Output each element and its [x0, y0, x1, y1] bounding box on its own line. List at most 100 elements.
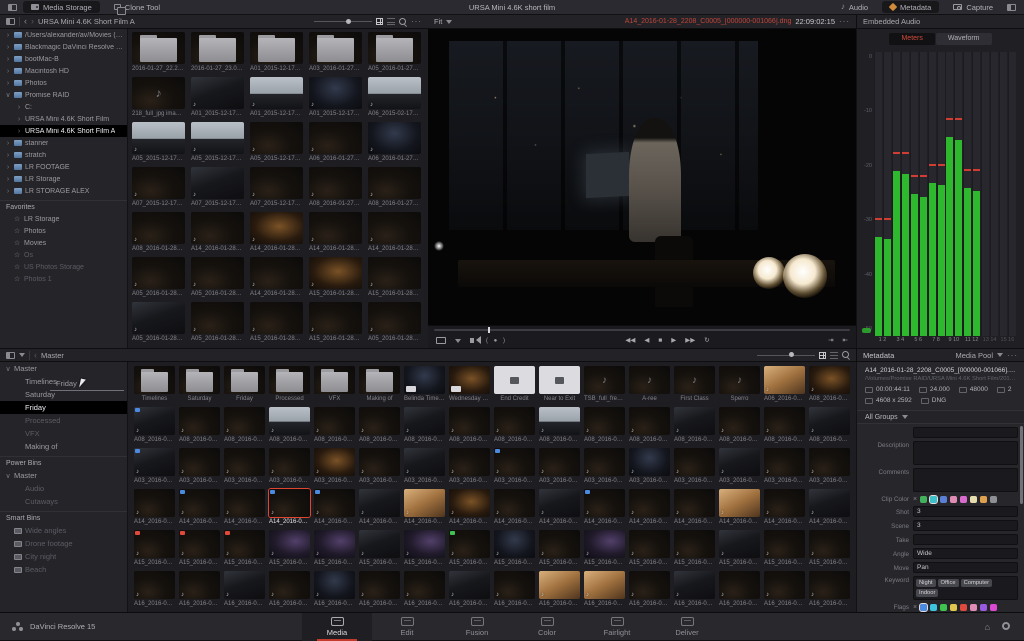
pool-thumb[interactable]: ♪ A15_2016-01-28... [312, 528, 357, 569]
pool-thumb[interactable]: ♪ A15_2016-01-28... [627, 528, 672, 569]
pool-thumb[interactable]: ♪ A03_2016-01-28... [807, 446, 852, 487]
pool-thumb[interactable]: ♪ A16_2016-01-28... [672, 569, 717, 610]
power-bin-item[interactable]: Audio [0, 482, 127, 495]
drive-item[interactable]: › LR STORAGE ALEX [0, 185, 127, 197]
pool-thumb[interactable]: ♪ A03_2016-01-28... [402, 446, 447, 487]
pool-thumb[interactable]: ♪ A03_2016-01-28... [672, 446, 717, 487]
keyword-tags[interactable]: Night Office Computer Indoor [913, 576, 1018, 600]
smart-bin-item[interactable]: City night [0, 550, 127, 563]
pool-thumb[interactable]: ♪ A14_2016-01-28... [267, 487, 312, 528]
color-swatch[interactable] [950, 495, 958, 503]
pool-thumb[interactable]: ♪ Sperro [717, 364, 762, 405]
mark-in-icon[interactable]: ⇥ [828, 337, 833, 345]
pool-thumb[interactable]: ♪ A14_2016-01-28... [132, 487, 177, 528]
power-bin-item[interactable]: Cutaways [0, 495, 127, 508]
pool-thumb[interactable]: ♪ First Class [672, 364, 717, 405]
keyword-tag[interactable]: Office [937, 579, 959, 587]
media-thumb[interactable]: ♪ A05_2016-01-28_008... [188, 255, 247, 300]
metadata-scrollbar[interactable] [1020, 426, 1023, 504]
pool-thumb[interactable]: Making of [357, 364, 402, 405]
pool-thumb[interactable]: ♪ A15_2016-01-28... [222, 528, 267, 569]
pool-thumb[interactable]: Near to Exit [537, 364, 582, 405]
media-thumb[interactable]: ♪ A06_2015-02-17_185... [365, 75, 424, 120]
metadata-groups-dropdown[interactable]: All Groups [857, 410, 1024, 424]
pool-thumb[interactable]: ♪ A15_2016-01-28... [267, 528, 312, 569]
favorite-item[interactable]: ☆ Photos [0, 225, 127, 237]
pool-thumb[interactable]: ♪ A15_2016-01-28... [447, 528, 492, 569]
drive-item[interactable]: › LR Storage [0, 173, 127, 185]
gear-icon[interactable] [1002, 621, 1010, 630]
metadata-panel-button[interactable]: Metadata [882, 1, 940, 13]
options-menu-icon[interactable]: ··· [411, 17, 422, 26]
pool-thumb[interactable]: ♪ A03_2016-01-28... [762, 446, 807, 487]
media-thumb[interactable]: ♪ A07_2015-12-17_190... [129, 165, 188, 210]
clone-tool-button[interactable]: Clone Tool [106, 1, 168, 15]
pool-thumb[interactable]: ♪ A15_2016-01-28... [357, 528, 402, 569]
pool-thumb[interactable]: ♪ A08_2016-01-28... [582, 405, 627, 446]
color-swatch[interactable] [980, 495, 988, 503]
pool-thumb[interactable]: ♪ A14_2016-01-28... [807, 487, 852, 528]
pool-thumb[interactable]: ♪ A15_2016-01-28... [402, 528, 447, 569]
pool-thumb[interactable]: ♪ A08_2016-01-28... [357, 405, 402, 446]
media-thumb[interactable]: ♪ A15_2016-01-28_228... [306, 300, 365, 345]
bin-list-toggle-icon[interactable] [6, 351, 15, 359]
keyword-tag[interactable]: Night [916, 579, 936, 587]
media-thumb[interactable]: ♪ A05_2016-01-28_009... [129, 300, 188, 345]
media-thumb[interactable]: ♪ A05_2015-12-17_186... [188, 120, 247, 165]
media-storage-button[interactable]: Media Storage [23, 1, 100, 13]
favorite-item[interactable]: ☆ US Photos Storage [0, 261, 127, 273]
media-thumb[interactable]: ♪ A07_2015-12-17_192... [247, 165, 306, 210]
pool-thumb[interactable]: ♪ A15_2016-01-28... [492, 528, 537, 569]
media-thumb[interactable]: A05_2016-01-27_225... [365, 30, 424, 75]
color-swatch[interactable] [980, 603, 988, 611]
drive-item[interactable]: › LR FOOTAGE [0, 161, 127, 173]
pool-thumb[interactable]: ♪ A14_2016-01-28... [627, 487, 672, 528]
audio-panel-button[interactable]: ♪ Audio [833, 1, 876, 13]
media-thumb[interactable]: ♪ A15_2016-01-28_226... [365, 255, 424, 300]
pool-thumb[interactable]: ♪ A16_2016-01-28... [537, 569, 582, 610]
speaker-icon[interactable] [470, 336, 481, 344]
smart-bin-item[interactable]: Wide angles [0, 524, 127, 537]
no-color-icon[interactable]: × [913, 604, 917, 611]
pool-thumb[interactable]: ♪ A14_2016-01-28... [177, 487, 222, 528]
viewer-options-icon[interactable]: ··· [839, 17, 850, 26]
color-swatch[interactable] [970, 603, 978, 611]
pool-thumb-size-slider[interactable] [757, 351, 815, 359]
pool-thumb[interactable]: ♪ A08_2016-01-28... [717, 405, 762, 446]
bin-item[interactable]: ∨ Master [0, 362, 127, 375]
media-thumb[interactable]: ♪ A15_2016-01-28_227... [247, 300, 306, 345]
pool-list-view-icon[interactable] [830, 351, 838, 359]
pool-thumb[interactable]: ♪ A15_2016-01-28... [582, 528, 627, 569]
list-view-icon[interactable] [387, 18, 395, 25]
pool-thumb[interactable]: ♪ TSB_full_freein... [582, 364, 627, 405]
scrubber-bar[interactable] [434, 326, 850, 333]
color-swatch[interactable] [940, 495, 948, 503]
pool-thumb[interactable]: ♪ A14_2016-01-28... [537, 487, 582, 528]
mark-out-icon[interactable]: ⇤ [843, 337, 848, 345]
color-swatch[interactable] [960, 603, 968, 611]
keyword-tag[interactable]: Indoor [916, 589, 939, 597]
media-thumb[interactable]: ♪ A08_2016-01-27_221... [365, 165, 424, 210]
no-color-icon[interactable]: × [913, 496, 917, 503]
stop-button[interactable]: ■ [658, 337, 662, 345]
last-frame-button[interactable]: ▶▶ [685, 337, 695, 345]
layout-icon[interactable] [1007, 3, 1016, 11]
media-thumb[interactable]: ♪ 218_full_jpg image_... [129, 75, 188, 120]
pool-thumb[interactable]: ♪ A03_2016-01-28... [177, 446, 222, 487]
pool-thumb[interactable]: ♪ A08_2016-01-28... [537, 405, 582, 446]
drive-item[interactable]: › URSA Mini 4.6K Short Film [0, 113, 127, 125]
video-frame[interactable] [428, 29, 856, 325]
drive-item[interactable]: › C: [0, 101, 127, 113]
pool-thumb[interactable]: ♪ A08_2016-01-27... [807, 364, 852, 405]
home-icon[interactable]: ⌂ [985, 622, 990, 632]
tab-edit[interactable]: Edit [372, 613, 442, 641]
drive-item[interactable]: › stratch [0, 149, 127, 161]
pool-thumb[interactable]: ♪ A08_2016-01-27... [177, 405, 222, 446]
pool-thumb[interactable]: ♪ A03_2016-01-28... [492, 446, 537, 487]
tab-color[interactable]: Color [512, 613, 582, 641]
media-thumb[interactable]: ♪ A05_2016-01-28_011... [365, 300, 424, 345]
pool-thumb[interactable]: ♪ A16_2016-01-28... [312, 569, 357, 610]
pool-thumb[interactable]: ♪ A03_2016-01-28... [537, 446, 582, 487]
bin-item[interactable]: Making of [0, 440, 127, 453]
tab-media[interactable]: Media [302, 612, 372, 641]
